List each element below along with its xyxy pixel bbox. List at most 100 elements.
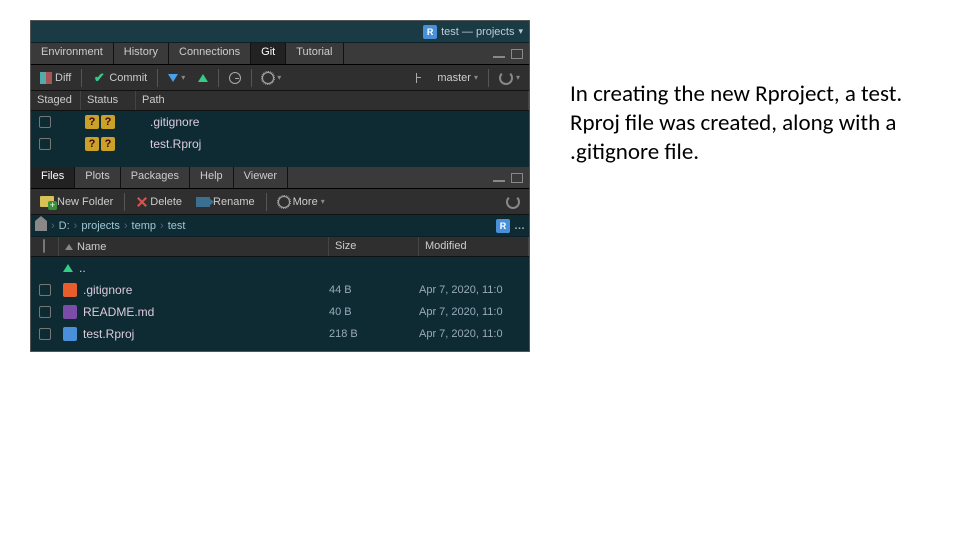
tab-viewer[interactable]: Viewer xyxy=(234,167,288,188)
rename-label: Rename xyxy=(213,196,255,208)
file-name: .gitignore xyxy=(83,283,132,297)
col-staged[interactable]: Staged xyxy=(31,91,81,110)
maximize-icon[interactable] xyxy=(511,49,523,59)
col-checkbox[interactable] xyxy=(31,237,59,256)
col-path[interactable]: Path xyxy=(136,91,529,110)
git-path: test.Rproj xyxy=(150,137,201,151)
project-bar: R test — projects ▾ xyxy=(31,21,529,43)
files-tabs: Files Plots Packages Help Viewer xyxy=(31,167,529,189)
file-row[interactable]: README.md 40 B Apr 7, 2020, 11:0 xyxy=(31,301,529,323)
tab-files[interactable]: Files xyxy=(31,167,75,188)
file-modified: Apr 7, 2020, 11:0 xyxy=(419,306,529,318)
crumb-temp[interactable]: temp xyxy=(132,220,156,232)
file-row-up[interactable]: .. xyxy=(31,257,529,279)
project-name[interactable]: test — projects xyxy=(441,26,514,38)
env-tabs-spacer xyxy=(344,43,530,64)
tab-git[interactable]: Git xyxy=(251,43,286,64)
tab-help[interactable]: Help xyxy=(190,167,234,188)
check-icon: ✔ xyxy=(92,71,106,85)
git-more-button[interactable]: ▾ xyxy=(257,70,286,86)
new-branch-button[interactable] xyxy=(409,71,429,85)
col-size[interactable]: Size xyxy=(329,237,419,256)
more-label: More xyxy=(293,196,318,208)
clock-icon xyxy=(229,72,241,84)
files-table-header: Name Size Modified xyxy=(31,237,529,257)
git-table-header: Staged Status Path xyxy=(31,91,529,111)
file-row[interactable]: .gitignore 44 B Apr 7, 2020, 11:0 xyxy=(31,279,529,301)
separator xyxy=(251,69,252,87)
breadcrumb-sep: › xyxy=(74,220,78,232)
diff-label: Diff xyxy=(55,72,71,84)
minimize-icon[interactable] xyxy=(493,180,505,182)
separator xyxy=(218,69,219,87)
file-size: 218 B xyxy=(329,328,419,340)
crumb-projects[interactable]: projects xyxy=(81,220,120,232)
status-unknown-icon: ? xyxy=(85,115,99,129)
maximize-icon[interactable] xyxy=(511,173,523,183)
tab-plots[interactable]: Plots xyxy=(75,167,120,188)
more-button[interactable]: More ▾ xyxy=(273,194,330,210)
files-tabs-spacer xyxy=(288,167,529,188)
markdown-file-icon xyxy=(63,305,77,319)
git-table-body: ? ? .gitignore ? ? test.Rproj xyxy=(31,111,529,167)
file-name: test.Rproj xyxy=(83,327,134,341)
pull-icon xyxy=(168,74,178,82)
tab-environment[interactable]: Environment xyxy=(31,43,114,64)
delete-button[interactable]: Delete xyxy=(131,194,187,210)
refresh-icon xyxy=(499,71,513,85)
col-modified[interactable]: Modified xyxy=(419,237,529,256)
file-modified: Apr 7, 2020, 11:0 xyxy=(419,284,529,296)
col-name-label: Name xyxy=(77,241,106,253)
minimize-icon[interactable] xyxy=(493,56,505,58)
new-folder-label: New Folder xyxy=(57,196,113,208)
file-checkbox[interactable] xyxy=(39,306,51,318)
rproj-file-icon xyxy=(63,327,77,341)
push-button[interactable] xyxy=(193,72,213,84)
file-row[interactable]: test.Rproj 218 B Apr 7, 2020, 11:0 xyxy=(31,323,529,345)
tab-packages[interactable]: Packages xyxy=(121,167,190,188)
status-unknown-icon: ? xyxy=(101,115,115,129)
gitignore-file-icon xyxy=(63,283,77,297)
commit-button[interactable]: ✔ Commit xyxy=(87,69,152,87)
new-folder-button[interactable]: New Folder xyxy=(35,194,118,210)
r-project-icon[interactable]: R xyxy=(496,219,510,233)
tab-tutorial[interactable]: Tutorial xyxy=(286,43,343,64)
crumb-drive[interactable]: D: xyxy=(59,220,70,232)
git-row[interactable]: ? ? test.Rproj xyxy=(31,133,529,155)
history-button[interactable] xyxy=(224,70,246,86)
stage-checkbox[interactable] xyxy=(39,116,51,128)
branch-icon xyxy=(414,73,424,83)
env-tabs: Environment History Connections Git Tuto… xyxy=(31,43,529,65)
git-row[interactable]: ? ? .gitignore xyxy=(31,111,529,133)
pull-button[interactable]: ▾ xyxy=(163,71,190,84)
r-project-icon: R xyxy=(423,25,437,39)
col-name[interactable]: Name xyxy=(59,237,329,256)
tab-history[interactable]: History xyxy=(114,43,169,64)
file-name: README.md xyxy=(83,305,154,319)
crumb-test[interactable]: test xyxy=(168,220,186,232)
separator xyxy=(157,69,158,87)
status-unknown-icon: ? xyxy=(101,137,115,151)
chevron-down-icon[interactable]: ▾ xyxy=(518,26,523,37)
breadcrumb-sep: › xyxy=(160,220,164,232)
file-checkbox[interactable] xyxy=(39,328,51,340)
push-icon xyxy=(198,74,208,82)
up-label: .. xyxy=(79,261,86,275)
refresh-files-button[interactable] xyxy=(501,193,525,211)
diff-button[interactable]: Diff xyxy=(35,70,76,86)
sort-asc-icon xyxy=(65,244,73,250)
rename-button[interactable]: Rename xyxy=(191,194,260,210)
chevron-down-icon: ▾ xyxy=(474,73,478,82)
branch-select[interactable]: master ▾ xyxy=(432,70,483,86)
new-folder-icon xyxy=(40,196,54,207)
overflow-icon[interactable]: … xyxy=(514,220,525,232)
home-icon[interactable] xyxy=(35,221,47,231)
file-checkbox[interactable] xyxy=(39,284,51,296)
folder-up-icon xyxy=(63,264,73,272)
stage-checkbox[interactable] xyxy=(39,138,51,150)
refresh-button[interactable]: ▾ xyxy=(494,69,525,87)
rstudio-pane: R test — projects ▾ Environment History … xyxy=(30,20,530,352)
col-status[interactable]: Status xyxy=(81,91,136,110)
refresh-icon xyxy=(506,195,520,209)
tab-connections[interactable]: Connections xyxy=(169,43,251,64)
